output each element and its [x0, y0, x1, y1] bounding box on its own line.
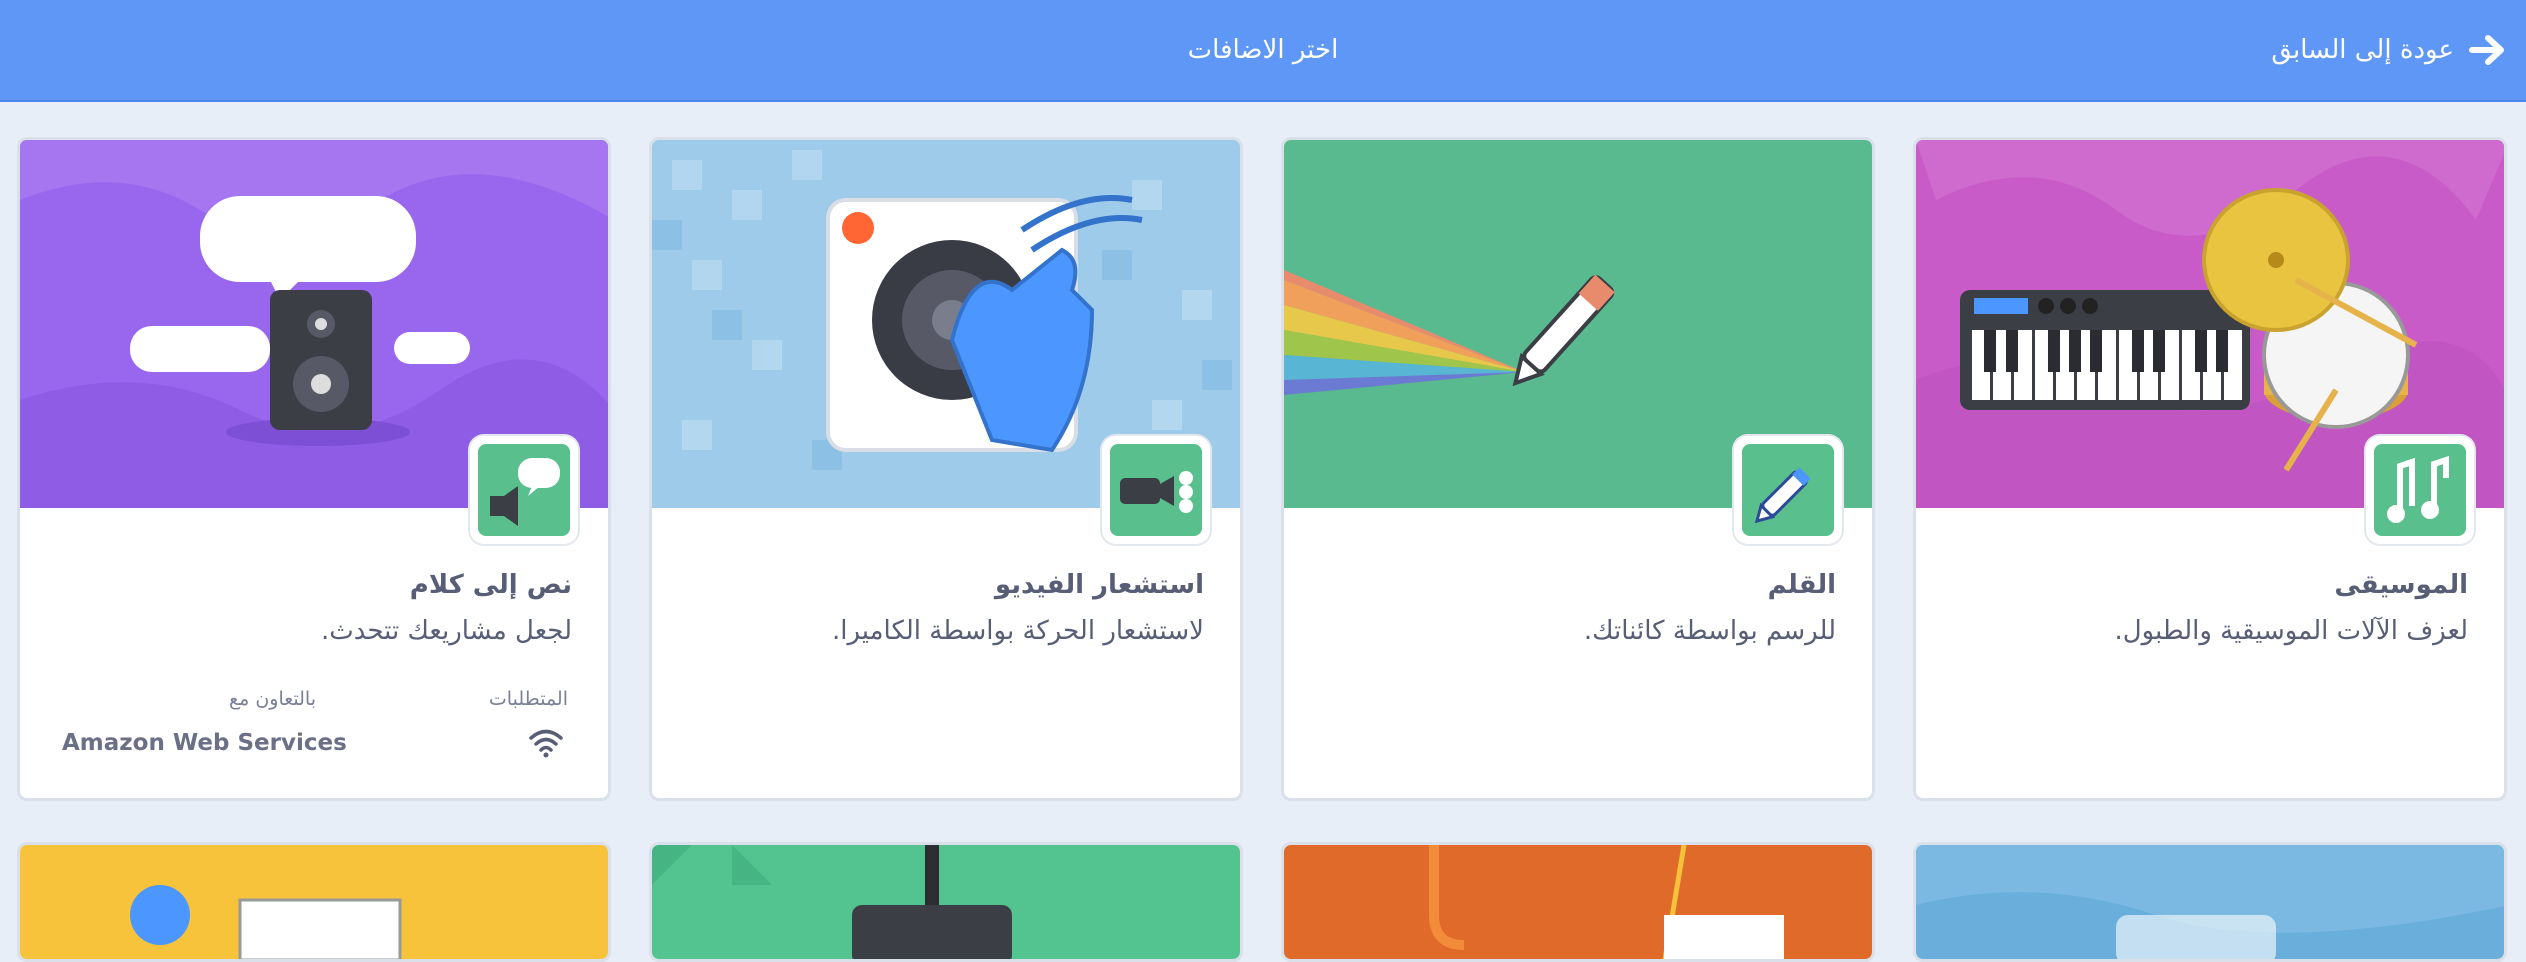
page-title: اختر الاضافات	[1187, 35, 1339, 65]
speech-bubble-icon	[490, 458, 560, 526]
extension-title: القلم	[1767, 570, 1836, 600]
extension-image	[1916, 845, 2504, 959]
extension-title: استشعار الفيديو	[994, 570, 1204, 600]
extension-title: الموسيقى	[2334, 570, 2468, 600]
back-arrow-icon	[2468, 33, 2508, 67]
badge	[1734, 436, 1842, 544]
extension-card[interactable]	[17, 842, 611, 962]
extension-card[interactable]	[1281, 842, 1875, 962]
extension-image	[652, 845, 1240, 959]
wifi-icon	[528, 728, 564, 762]
back-button[interactable]: عودة إلى السابق	[2271, 26, 2508, 74]
extension-card-video-sensing[interactable]: استشعار الفيديو لاستشعار الحركة بواسطة ا…	[649, 137, 1243, 801]
header-bar: اختر الاضافات عودة إلى السابق	[0, 0, 2526, 102]
extension-title: نص إلى كلام	[409, 570, 572, 600]
extension-card-text-to-speech[interactable]: نص إلى كلام لجعل مشاريعك تتحدث. المتطلبا…	[17, 137, 611, 801]
extension-description: لاستشعار الحركة بواسطة الكاميرا.	[831, 616, 1204, 646]
collaboration-label: بالتعاون مع	[228, 688, 316, 710]
requirements-label: المتطلبات	[488, 688, 568, 710]
video-camera-icon	[1120, 471, 1193, 513]
extension-description: للرسم بواسطة كائناتك.	[1583, 616, 1836, 646]
badge	[2366, 436, 2474, 544]
extension-card[interactable]	[1913, 842, 2507, 962]
pen-icon	[1754, 467, 1811, 524]
extension-image	[1284, 845, 1872, 959]
collaboration-value: Amazon Web Services	[62, 730, 347, 756]
extension-description: لعزف الآلات الموسيقية والطبول.	[2114, 616, 2468, 646]
badge	[1102, 436, 1210, 544]
extension-image	[20, 845, 608, 959]
extension-card-music[interactable]: الموسيقى لعزف الآلات الموسيقية والطبول.	[1913, 137, 2507, 801]
badge	[470, 436, 578, 544]
back-button-label: عودة إلى السابق	[2271, 35, 2454, 65]
music-note-icon	[2387, 455, 2449, 523]
extension-card-pen[interactable]: القلم للرسم بواسطة كائناتك.	[1281, 137, 1875, 801]
extension-card[interactable]	[649, 842, 1243, 962]
extension-description: لجعل مشاريعك تتحدث.	[320, 616, 572, 646]
